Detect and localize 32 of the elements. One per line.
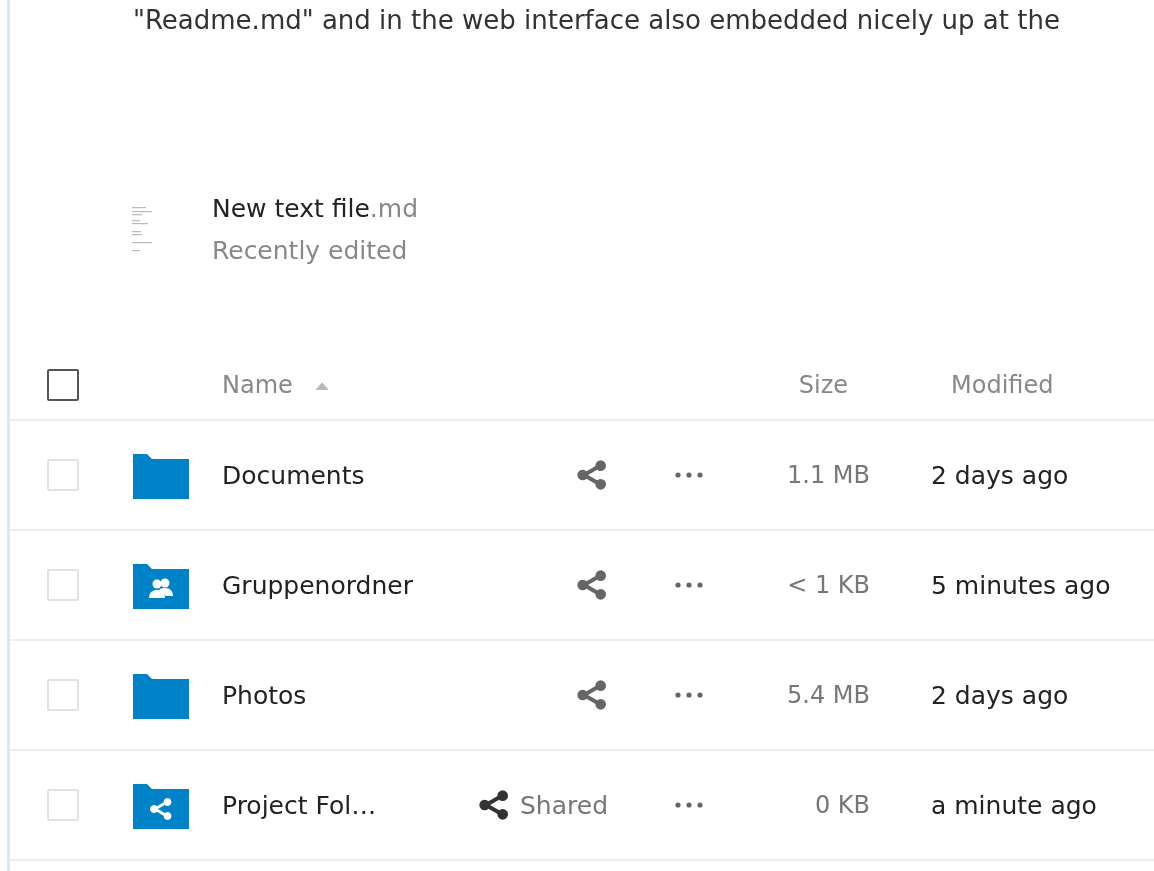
more-icon[interactable] <box>674 692 704 698</box>
more-icon[interactable] <box>674 472 704 478</box>
modified-time: 5 minutes ago <box>931 570 1111 600</box>
file-size: < 1 KB <box>787 571 870 599</box>
file-size: 1.1 MB <box>787 461 870 489</box>
modified-time: a minute ago <box>931 790 1097 820</box>
modified-column-header[interactable]: Modified <box>951 371 1054 399</box>
size-column-header[interactable]: Size <box>798 371 848 399</box>
share-button[interactable]: Shared <box>478 789 608 821</box>
file-size: 0 KB <box>814 791 870 819</box>
share-icon[interactable] <box>576 459 608 491</box>
more-icon[interactable] <box>674 802 704 808</box>
folder-icon[interactable] <box>133 671 189 719</box>
file-name[interactable]: Photos <box>222 680 307 710</box>
share-icon[interactable] <box>576 679 608 711</box>
checkbox[interactable] <box>47 369 79 401</box>
file-name[interactable]: New text file.md <box>212 188 418 230</box>
file-size: 5.4 MB <box>787 681 870 709</box>
intro-text: "Readme.md" and in the web interface also embedded nicely up at the <box>132 4 1061 37</box>
share-icon[interactable] <box>478 789 510 821</box>
file-name[interactable]: Gruppenordner <box>222 570 413 600</box>
modified-time: 2 days ago <box>931 680 1069 710</box>
more-icon[interactable] <box>674 582 704 588</box>
share-icon[interactable] <box>576 569 608 601</box>
file-status: Recently edited <box>212 235 409 267</box>
name-column-header[interactable]: Name <box>222 371 293 399</box>
file-name[interactable]: Project Fol… <box>222 790 377 820</box>
folder-icon[interactable] <box>133 451 189 499</box>
group-folder-icon[interactable] <box>133 561 189 609</box>
shared-folder-icon[interactable] <box>133 781 189 829</box>
file-name[interactable]: Documents <box>222 460 365 490</box>
modified-time: 2 days ago <box>931 460 1069 490</box>
